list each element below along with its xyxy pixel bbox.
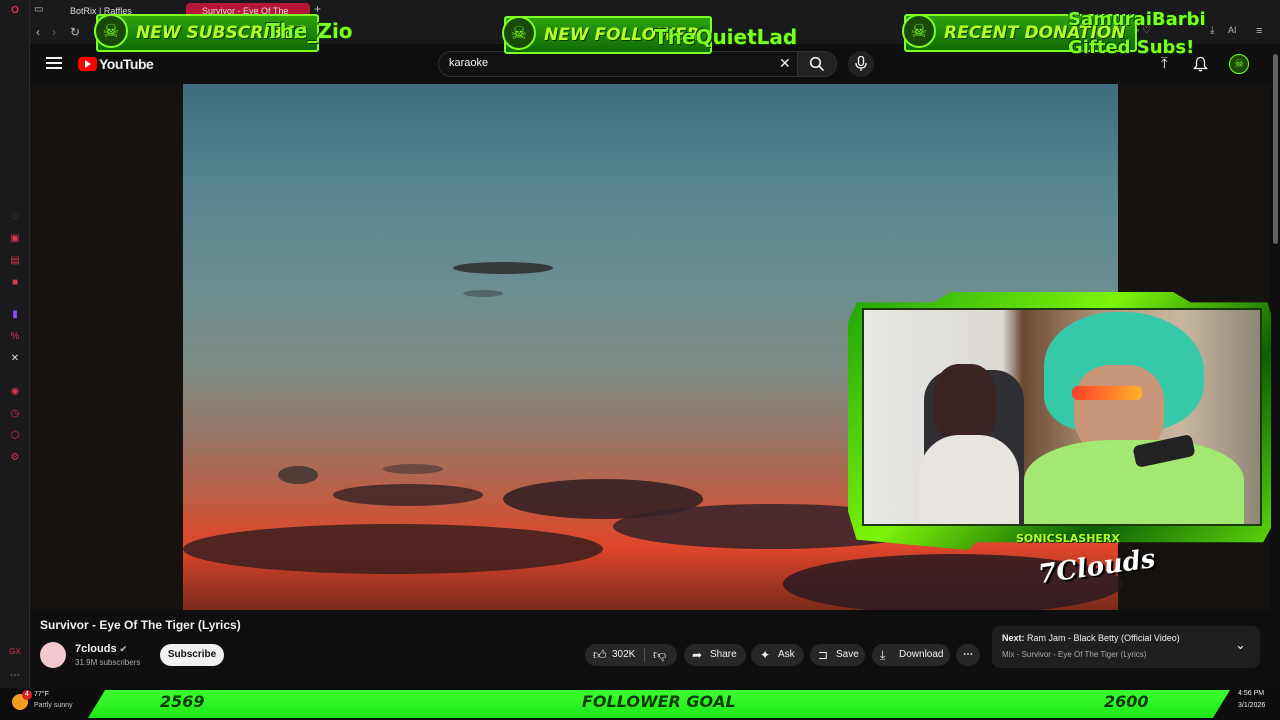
sunglasses — [1072, 386, 1142, 400]
account-avatar[interactable]: ☠ — [1229, 54, 1249, 74]
like-divider — [644, 648, 645, 662]
page-scrollbar[interactable] — [1271, 44, 1280, 688]
youtube-logo-text[interactable]: YouTube — [99, 56, 154, 72]
new-follower-name: TheQuietLad — [654, 25, 798, 49]
search-query: karaoke — [449, 57, 489, 69]
ask-label: Ask — [778, 649, 795, 660]
like-dislike-group: 👍︎ 302K 👎︎ — [585, 644, 677, 666]
sidebar-more-icon[interactable]: ⋯ — [9, 670, 21, 682]
recent-donation-name: SamuraiBarbi — [1068, 9, 1206, 30]
skull-logo-icon: ☠ — [94, 14, 128, 48]
sidebar-settings-icon[interactable]: ⚙ — [9, 452, 21, 464]
back-icon[interactable]: ‹ — [36, 25, 40, 39]
notifications-bell-icon[interactable] — [1193, 56, 1208, 72]
taskbar-clock[interactable]: 4:56 PM 3/1/2026 — [1200, 688, 1280, 720]
share-icon: ➦ — [692, 648, 703, 662]
channel-name-text: 7clouds — [75, 643, 117, 655]
sidebar-aria-icon[interactable]: ◌ — [9, 211, 21, 223]
webcam-overlay: SONICSLASHERX — [848, 292, 1276, 550]
download-icon: ⤓ — [880, 648, 886, 662]
sidebar-twitch-icon[interactable]: ▮ — [9, 309, 21, 321]
save-button[interactable]: ⊐ Save — [810, 644, 865, 666]
cloud-shape — [453, 262, 553, 274]
bookmark-icon: ⊐ — [818, 648, 829, 662]
save-label: Save — [836, 649, 859, 660]
clock-time: 4:56 PM — [1238, 690, 1265, 697]
browser-sidebar: O ◌ ▣ ▤ ■ ▮ % ✕ ◉ ◷ ⬡ ⚙ GX ⋯ — [0, 0, 30, 720]
like-icon[interactable]: 👍︎ — [593, 644, 607, 666]
next-video-title: Ram Jam - Black Betty (Official Video) — [1027, 633, 1180, 643]
verified-icon: ✔ — [119, 644, 128, 654]
voice-search-button[interactable] — [848, 51, 874, 77]
sidebar-shop-icon[interactable]: ▣ — [9, 233, 21, 245]
webcam-feed — [862, 308, 1262, 526]
ai-toolbar-icon[interactable]: AI — [1228, 25, 1237, 35]
scrollbar-thumb[interactable] — [1273, 54, 1278, 244]
taskbar-weather[interactable]: 4 77°F Partly sunny — [6, 688, 92, 720]
dislike-icon[interactable]: 👎︎ — [653, 644, 666, 666]
person-left-hair — [934, 364, 996, 439]
skull-logo-icon: ☠ — [902, 14, 936, 48]
person-left-shirt — [919, 435, 1019, 524]
weather-desc: Partly sunny — [34, 702, 73, 709]
recent-donation-detail: Gifted Subs! — [1068, 37, 1195, 58]
share-button[interactable]: ➦ Share — [684, 644, 746, 666]
clear-search-icon[interactable]: ✕ — [779, 55, 791, 72]
chevron-down-icon[interactable]: ⌄ — [1235, 637, 1246, 653]
download-label: Download — [899, 649, 944, 660]
next-mix: Mix - Survivor - Eye Of The Tiger (Lyric… — [1002, 650, 1147, 659]
menu-icon[interactable]: ≡ — [1256, 25, 1262, 37]
channel-name[interactable]: 7clouds ✔ — [75, 643, 127, 655]
cloud-shape — [463, 290, 503, 297]
sidebar-extensions-icon[interactable]: ⬡ — [9, 430, 21, 442]
search-icon — [809, 56, 825, 72]
cloud-shape — [183, 524, 603, 574]
sidebar-messenger-icon[interactable]: ■ — [9, 277, 21, 289]
hamburger-menu-icon[interactable] — [46, 56, 62, 70]
weather-temp: 77°F — [34, 691, 49, 698]
workspace-icon[interactable]: ▭ — [34, 4, 43, 15]
ask-button[interactable]: ✦ Ask — [751, 644, 804, 666]
sidebar-percent-icon[interactable]: % — [9, 331, 21, 343]
channel-avatar[interactable] — [40, 642, 66, 668]
sidebar-gamepad-icon[interactable]: ▤ — [9, 255, 21, 267]
share-label: Share — [710, 649, 737, 660]
clock-date: 3/1/2026 — [1238, 702, 1266, 709]
like-count[interactable]: 302K — [612, 644, 635, 666]
skull-logo-icon: ☠ — [502, 16, 536, 50]
sidebar-player-icon[interactable]: ◉ — [9, 386, 21, 398]
search-button[interactable] — [797, 51, 837, 77]
cloud-shape — [333, 484, 483, 506]
youtube-logo-icon[interactable] — [78, 57, 97, 71]
notification-badge: 4 — [22, 690, 32, 700]
reload-icon[interactable]: ↻ — [70, 25, 80, 39]
video-title: Survivor - Eye Of The Tiger (Lyrics) — [40, 618, 241, 632]
cloud-shape — [383, 464, 443, 474]
forward-icon[interactable]: › — [52, 25, 56, 39]
cloud-shape — [278, 466, 318, 484]
sidebar-gx-icon[interactable]: GX — [9, 646, 21, 658]
more-actions-button[interactable]: ⋯ — [956, 644, 980, 666]
download-button[interactable]: ⤓ Download — [872, 644, 950, 666]
subscriber-count: 31.9M subscribers — [75, 658, 141, 667]
goal-current: 2569 — [160, 692, 205, 711]
new-subscriber-name: The_Zio — [266, 19, 353, 43]
subscribe-button[interactable]: Subscribe — [160, 644, 224, 666]
goal-label: FOLLOWER GOAL — [582, 692, 736, 711]
next-video-card[interactable]: Next: Ram Jam - Black Betty (Official Vi… — [992, 626, 1260, 668]
opera-logo-icon[interactable]: O — [9, 5, 21, 17]
search-input[interactable]: karaoke ✕ — [438, 51, 798, 77]
more-icon: ⋯ — [963, 649, 973, 660]
webcam-name-tag: SONICSLASHERX — [1016, 532, 1120, 545]
sparkle-icon: ✦ — [760, 648, 771, 662]
next-title: Next: Ram Jam - Black Betty (Official Vi… — [1002, 633, 1180, 643]
sidebar-history-icon[interactable]: ◷ — [9, 408, 21, 420]
sidebar-x-icon[interactable]: ✕ — [9, 353, 21, 365]
microphone-icon — [855, 56, 867, 71]
goal-target: 2600 — [1104, 692, 1149, 711]
next-prefix: Next: — [1002, 633, 1025, 643]
download-toolbar-icon[interactable]: ⤓ — [1210, 25, 1214, 36]
